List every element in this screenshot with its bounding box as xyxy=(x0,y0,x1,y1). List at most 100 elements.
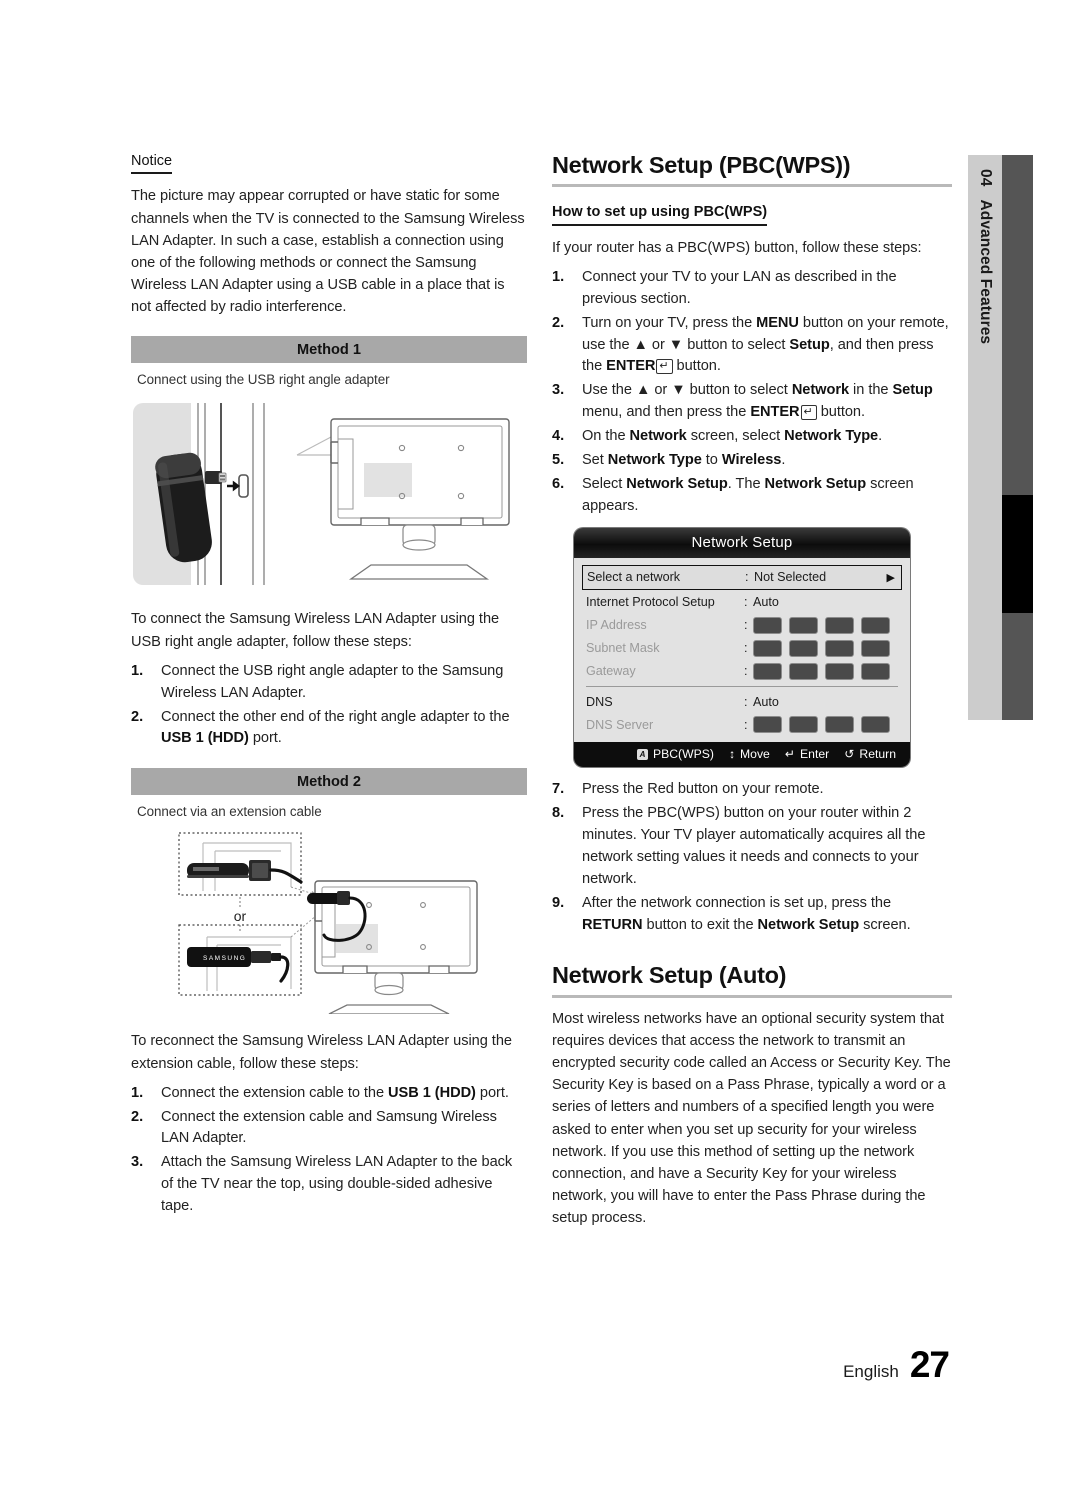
osd-hint-return[interactable]: ↺ Return xyxy=(844,747,896,761)
chapter-tab: 04 Advanced Features xyxy=(968,155,1002,720)
step-number: 2. xyxy=(131,708,144,725)
step-number: 2. xyxy=(552,314,565,331)
step-text: Connect the USB right angle adapter to t… xyxy=(161,662,504,701)
method-1-bar: Method 1 xyxy=(131,336,527,364)
list-item: 6. Select Network Setup. The Network Set… xyxy=(552,474,952,518)
updown-arrow-icon: ↕ xyxy=(728,747,736,762)
right-column: Network Setup (PBC(WPS)) How to set up u… xyxy=(552,152,952,1229)
method-1-steps: 1. Connect the USB right angle adapter t… xyxy=(131,661,527,751)
enter-key-icon: ↵ xyxy=(800,405,817,421)
chapter-tab-text: 04 Advanced Features xyxy=(968,155,1002,720)
step-number: 2. xyxy=(131,1108,144,1125)
osd-row-internet-protocol-setup[interactable]: Internet Protocol Setup : Auto xyxy=(586,591,898,614)
osd-value-boxes xyxy=(753,616,898,634)
osd-value-boxes xyxy=(753,639,898,657)
step-text: Select Network Setup. The Network Setup … xyxy=(582,475,914,514)
osd-title: Network Setup xyxy=(574,527,910,558)
step-number: 6. xyxy=(552,475,565,492)
title-rule xyxy=(552,184,952,188)
return-arrow-icon: ↺ xyxy=(844,747,855,762)
chevron-right-icon[interactable]: ▶ xyxy=(887,571,897,584)
list-item: 2. Connect the extension cable and Samsu… xyxy=(131,1107,527,1151)
list-item: 3. Use the ▲ or ▼ button to select Netwo… xyxy=(552,380,952,424)
osd-hint-label: PBC(WPS) xyxy=(652,747,714,762)
subheading-wrap: How to set up using PBC(WPS) xyxy=(552,203,952,226)
footer-language: English xyxy=(843,1362,899,1381)
list-item: 5. Set Network Type to Wireless. xyxy=(552,450,952,472)
osd-octet-box xyxy=(861,616,890,634)
step-text: Connect the extension cable to the USB 1… xyxy=(161,1084,509,1101)
method-1-label: Method 1 xyxy=(296,341,362,358)
page-title: Network Setup (PBC(WPS)) xyxy=(552,152,851,178)
step-number: 5. xyxy=(552,452,565,468)
list-item: 2. Turn on your TV, press the MENU butto… xyxy=(552,313,952,379)
left-column: Notice The picture may appear corrupted … xyxy=(131,152,527,1220)
osd-octet-box xyxy=(825,616,854,634)
step-number: 1. xyxy=(552,268,565,285)
step-number: 1. xyxy=(131,1084,144,1101)
step-text: After the network connection is set up, … xyxy=(582,894,911,933)
osd-network-setup-screen: Network Setup Select a network : Not Sel… xyxy=(574,527,910,768)
pbcwps-steps-after: 7. Press the Red button on your remote. … xyxy=(552,779,952,936)
step-number: 9. xyxy=(552,894,565,911)
osd-row-dns-server: DNS Server : xyxy=(586,713,898,736)
osd-row-ip-address: IP Address : xyxy=(586,614,898,637)
osd-hint-move[interactable]: ↕ Move xyxy=(729,747,770,761)
osd-octet-box xyxy=(861,639,890,657)
osd-value: Not Selected xyxy=(754,570,827,585)
osd-colon: : xyxy=(744,618,748,633)
osd-value-boxes xyxy=(753,662,898,680)
osd-octet-box xyxy=(861,716,890,734)
osd-colon: : xyxy=(745,570,749,585)
enter-key-icon: ↵ xyxy=(784,747,796,762)
osd-octet-box xyxy=(825,639,854,657)
list-item: 3. Attach the Samsung Wireless LAN Adapt… xyxy=(131,1152,527,1218)
osd-label: IP Address xyxy=(586,618,647,633)
method-1-caption: Connect using the USB right angle adapte… xyxy=(137,372,390,388)
notice-heading: Notice xyxy=(131,153,173,175)
osd-label: DNS xyxy=(586,694,613,709)
list-item: 1. Connect the USB right angle adapter t… xyxy=(131,661,527,705)
osd-octet-box xyxy=(825,662,854,680)
method-2-caption: Connect via an extension cable xyxy=(137,804,322,820)
osd-hint-label: Return xyxy=(859,747,896,762)
chapter-title: Advanced Features xyxy=(977,199,994,345)
list-item: 2. Connect the other end of the right an… xyxy=(131,707,527,751)
osd-octet-box xyxy=(789,716,818,734)
osd-octet-box xyxy=(789,616,818,634)
osd-row-select-a-network[interactable]: Select a network : Not Selected ▶ xyxy=(582,564,902,590)
footer-page-number: 27 xyxy=(909,1344,950,1385)
osd-label: Internet Protocol Setup xyxy=(586,595,715,610)
osd-colon: : xyxy=(744,717,748,732)
step-number: 4. xyxy=(552,428,565,445)
step-text: Connect your TV to your LAN as described… xyxy=(582,268,897,307)
osd-row-gateway: Gateway : xyxy=(586,660,898,683)
list-item: 9. After the network connection is set u… xyxy=(552,893,952,937)
osd-body: Select a network : Not Selected ▶ Intern… xyxy=(574,558,910,743)
osd-divider xyxy=(586,685,898,688)
or-label: or xyxy=(234,908,247,924)
osd-value-boxes xyxy=(753,716,898,734)
osd-label: DNS Server xyxy=(586,717,654,732)
method-2-steps: 1. Connect the extension cable to the US… xyxy=(131,1083,527,1218)
step-text: Attach the Samsung Wireless LAN Adapter … xyxy=(161,1154,513,1215)
list-item: 1. Connect your TV to your LAN as descri… xyxy=(552,267,952,311)
osd-colon: : xyxy=(744,694,748,709)
page-footer: English 27 xyxy=(843,1344,950,1386)
step-number: 1. xyxy=(131,662,144,679)
chapter-number: 04 xyxy=(977,169,994,187)
osd-value: Auto xyxy=(753,694,779,709)
osd-octet-box xyxy=(753,662,782,680)
osd-hint-pbcwps[interactable]: A PBC(WPS) xyxy=(636,747,714,762)
section-2-title: Network Setup (Auto) xyxy=(552,962,787,989)
manual-page: 04 Advanced Features Notice The picture … xyxy=(0,0,1080,1494)
step-number: 7. xyxy=(552,781,565,798)
osd-colon: : xyxy=(744,641,748,656)
osd-row-dns[interactable]: DNS : Auto xyxy=(586,690,898,713)
osd-hint-enter[interactable]: ↵ Enter xyxy=(785,747,829,761)
osd-octet-box xyxy=(753,616,782,634)
osd-label: Gateway xyxy=(586,664,636,679)
step-number: 3. xyxy=(131,1154,144,1171)
list-item: 1. Connect the extension cable to the US… xyxy=(131,1083,527,1105)
pbcwps-intro: If your router has a PBC(WPS) button, fo… xyxy=(552,239,922,256)
